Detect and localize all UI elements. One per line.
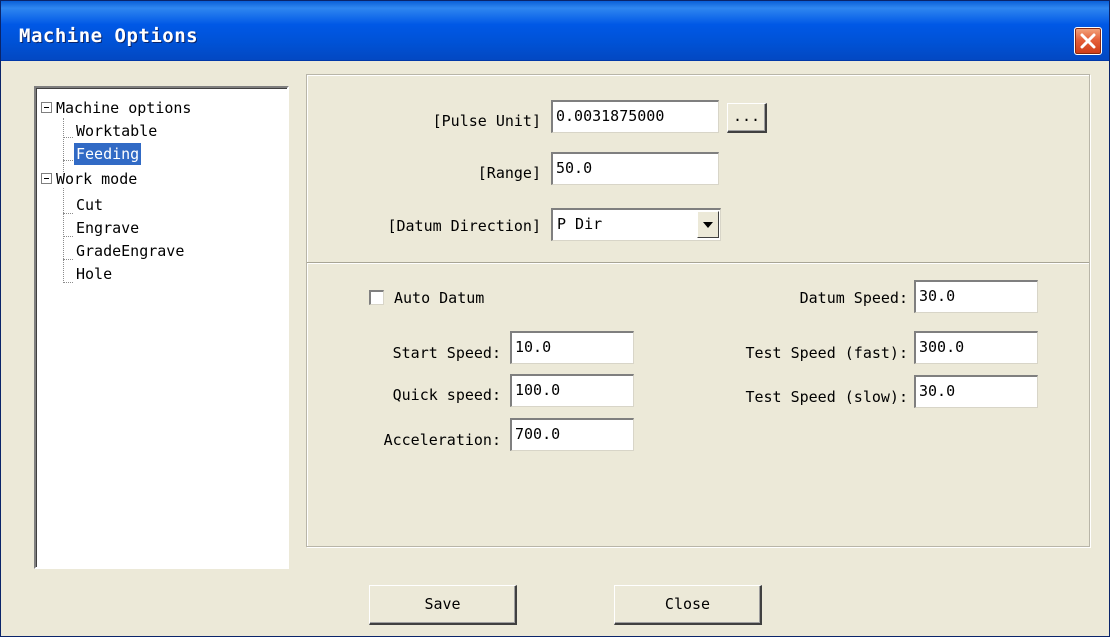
start-speed-label: Start Speed: (392, 344, 501, 362)
pulse-unit-field[interactable]: 0.0031875000 (551, 100, 719, 133)
close-icon (1080, 33, 1096, 49)
quick-speed-label: Quick speed: (392, 386, 501, 404)
test-speed-slow-label: Test Speed (slow): (745, 388, 908, 406)
tree-item-engrave[interactable]: Engrave (74, 217, 141, 239)
window-title: Machine Options (19, 25, 199, 47)
section-divider (307, 262, 1089, 264)
tree-item-label: Worktable (76, 122, 158, 140)
tree-item-label: Machine options (56, 99, 192, 117)
options-tree[interactable]: Machine options Worktable Feeding Work m… (34, 86, 289, 569)
save-button-label: Save (424, 595, 461, 613)
close-button[interactable]: Close (614, 585, 762, 625)
tree-item-label: Cut (76, 196, 104, 214)
tree-connector (63, 282, 73, 283)
pulse-unit-label: [Pulse Unit] (432, 112, 541, 130)
auto-datum-checkbox[interactable] (369, 290, 384, 305)
collapse-icon[interactable] (41, 173, 52, 184)
tree-item-cut[interactable]: Cut (74, 194, 105, 216)
auto-datum-label[interactable]: Auto Datum (394, 283, 484, 313)
machine-options-dialog: Machine Options Machine options Worktabl… (0, 0, 1110, 637)
tree-item-work-mode[interactable]: Work mode (54, 168, 139, 190)
tree-connector (63, 259, 73, 260)
tree-item-label: GradeEngrave (76, 242, 185, 260)
tree-item-worktable[interactable]: Worktable (74, 120, 159, 142)
close-window-button[interactable] (1074, 27, 1102, 55)
tree-item-label: Engrave (76, 219, 140, 237)
start-speed-field[interactable]: 10.0 (510, 331, 634, 364)
test-speed-fast-field[interactable]: 300.0 (914, 331, 1038, 364)
collapse-icon[interactable] (41, 102, 52, 113)
tree-item-label: Feeding (76, 145, 140, 163)
acceleration-label: Acceleration: (383, 431, 501, 449)
pulse-unit-browse-button[interactable]: ... (727, 103, 767, 133)
datum-direction-label: [Datum Direction] (387, 217, 541, 235)
tree-connector (63, 236, 73, 237)
acceleration-field[interactable]: 700.0 (510, 418, 634, 451)
datum-speed-field[interactable]: 30.0 (914, 280, 1038, 313)
tree-connector (63, 160, 73, 161)
datum-direction-select[interactable]: P Dir (551, 208, 721, 241)
tree-item-gradeengrave[interactable]: GradeEngrave (74, 240, 186, 262)
tree-item-machine-options[interactable]: Machine options (54, 97, 193, 119)
quick-speed-field[interactable]: 100.0 (510, 374, 634, 407)
browse-button-label: ... (732, 107, 761, 125)
tree-connector (63, 137, 73, 138)
test-speed-fast-label: Test Speed (fast): (745, 344, 908, 362)
tree-item-feeding[interactable]: Feeding (74, 143, 142, 165)
datum-speed-label: Datum Speed: (799, 289, 908, 307)
tree-connector (63, 213, 73, 214)
range-label: [Range] (477, 164, 541, 182)
close-button-label: Close (664, 595, 711, 613)
range-field[interactable]: 50.0 (551, 152, 719, 185)
tree-item-hole[interactable]: Hole (74, 263, 114, 285)
chevron-down-icon[interactable] (697, 211, 719, 238)
tree-item-label: Hole (76, 265, 113, 283)
test-speed-slow-field[interactable]: 30.0 (914, 375, 1038, 408)
title-bar[interactable]: Machine Options (1, 1, 1109, 61)
tree-item-label: Work mode (56, 170, 138, 188)
datum-direction-value: P Dir (557, 215, 603, 233)
tree-connector (63, 118, 64, 172)
save-button[interactable]: Save (369, 585, 517, 625)
